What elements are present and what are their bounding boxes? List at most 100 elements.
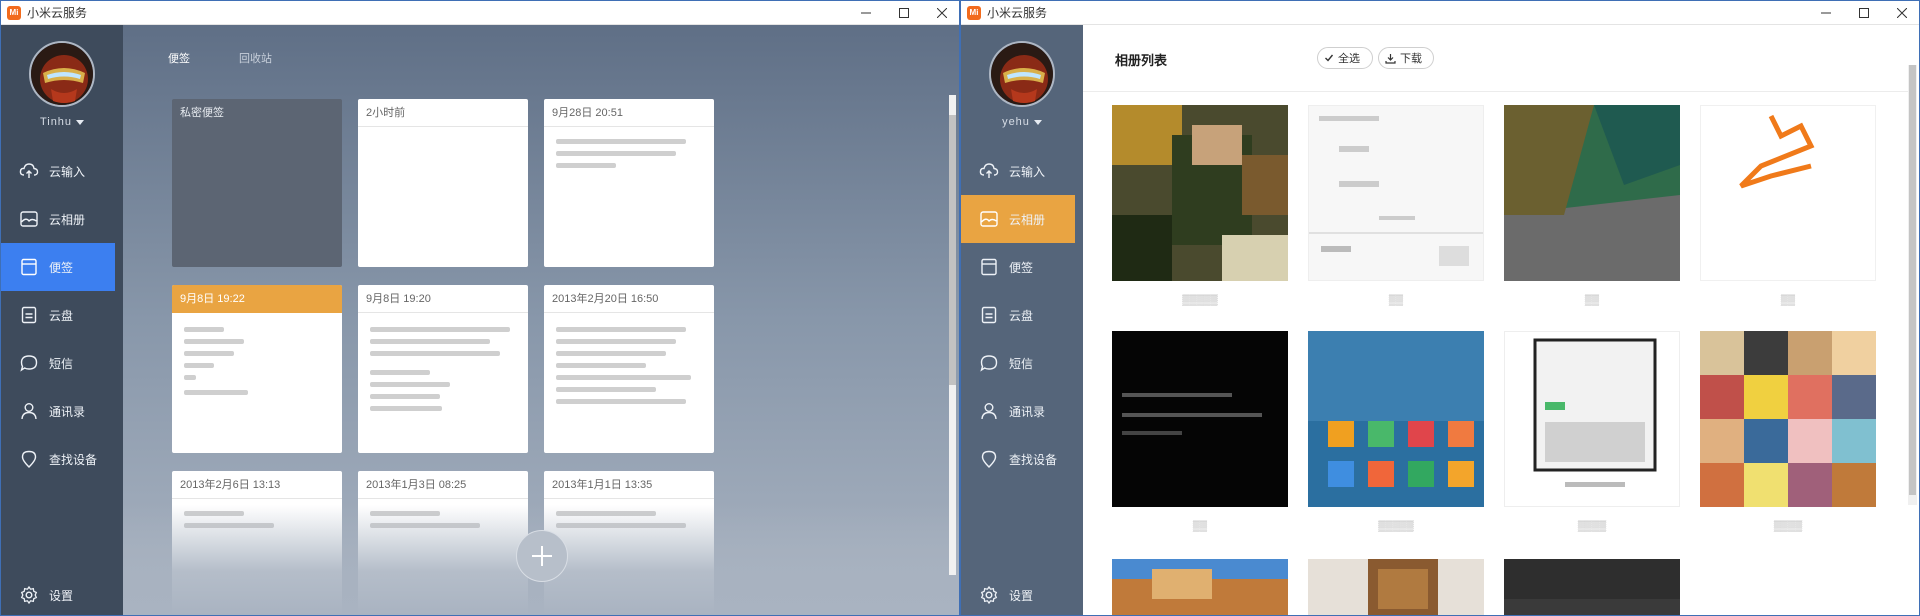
notes-panel: 便签 回收站 私密便签 2小时前 9月28日 20:51 9月8日 19:22 … <box>123 25 959 615</box>
location-pin-icon <box>19 449 39 469</box>
album-window: Mi 小米云服务 yehu 云输入 云相册 便签 云盘 短信 通讯录 查找设备 … <box>960 0 1920 616</box>
sidebar-item-cloud-input[interactable]: 云输入 <box>961 147 1075 195</box>
blurred-text <box>556 151 676 156</box>
sidebar-item-label: 云盘 <box>49 308 74 323</box>
note-header: 9月28日 20:51 <box>544 99 714 127</box>
sidebar-item-cloud-album[interactable]: 云相册 <box>1 195 115 243</box>
person-icon <box>19 401 39 421</box>
album-thumbnail[interactable] <box>1112 331 1288 507</box>
album-thumbnail[interactable] <box>1112 559 1288 615</box>
sidebar-item-cloud-input[interactable]: 云输入 <box>1 147 115 195</box>
blurred-text <box>556 339 676 344</box>
blurred-text <box>370 394 440 399</box>
sidebar-item-cloud-album[interactable]: 云相册 <box>961 195 1075 243</box>
note-header: 2013年2月6日 13:13 <box>172 471 342 499</box>
note-header: 私密便签 <box>180 107 224 119</box>
sidebar-item-find-device[interactable]: 查找设备 <box>1 435 115 483</box>
blurred-text <box>184 327 224 332</box>
blurred-text <box>556 327 686 332</box>
message-icon <box>19 353 39 373</box>
minimize-button[interactable] <box>847 1 885 25</box>
divider <box>1083 91 1909 92</box>
sidebar-item-settings[interactable]: 设置 <box>961 571 1075 615</box>
blurred-text <box>184 375 196 380</box>
close-button[interactable] <box>923 1 959 25</box>
download-button[interactable]: 下载 <box>1378 47 1434 69</box>
blurred-text <box>556 163 616 168</box>
note-card[interactable]: 9月8日 19:22 <box>172 285 342 453</box>
sidebar-item-label: 云输入 <box>1009 164 1046 179</box>
username[interactable]: yehu <box>961 116 1083 128</box>
sidebar-item-label: 通讯录 <box>1009 404 1046 419</box>
username[interactable]: Tinhu <box>1 116 123 128</box>
note-header: 2013年2月20日 16:50 <box>544 285 714 313</box>
album-caption: ▒▒ <box>1192 521 1208 532</box>
note-card[interactable]: 9月8日 19:20 <box>358 285 528 453</box>
app-logo-icon: Mi <box>7 5 21 20</box>
note-header: 9月8日 19:20 <box>358 285 528 313</box>
album-thumbnail[interactable] <box>1700 331 1876 507</box>
sidebar-item-sms[interactable]: 短信 <box>961 339 1075 387</box>
blurred-text <box>370 406 442 411</box>
album-caption: ▒▒▒▒ <box>1773 521 1803 532</box>
album-thumbnail[interactable] <box>1308 331 1484 507</box>
note-card[interactable]: 9月28日 20:51 <box>544 99 714 267</box>
blurred-text <box>370 370 430 375</box>
sidebar-item-contacts[interactable]: 通讯录 <box>1 387 115 435</box>
username-text: yehu <box>1002 116 1030 128</box>
album-thumbnail[interactable] <box>1112 105 1288 281</box>
album-caption: ▒▒▒▒▒ <box>1182 295 1218 306</box>
notes-window: Mi 小米云服务 Tinhu 云输入 云相册 便签 云盘 短信 通讯录 查找设备… <box>0 0 960 616</box>
sidebar-item-label: 通讯录 <box>49 404 86 419</box>
album-thumbnail[interactable] <box>1308 559 1484 615</box>
note-card[interactable]: 2小时前 <box>358 99 528 267</box>
blurred-text <box>184 363 214 368</box>
album-thumbnail[interactable] <box>1504 559 1680 615</box>
scrollbar-thumb[interactable] <box>949 115 956 385</box>
album-thumbnail[interactable] <box>1700 105 1876 281</box>
album-thumbnail[interactable] <box>1504 331 1680 507</box>
maximize-button[interactable] <box>885 1 923 25</box>
person-icon <box>979 401 999 421</box>
sidebar-item-label: 云相册 <box>49 212 86 227</box>
gear-icon <box>979 585 999 605</box>
avatar[interactable] <box>29 41 95 107</box>
sidebar-item-cloud-disk[interactable]: 云盘 <box>1 291 115 339</box>
minimize-button[interactable] <box>1807 1 1845 25</box>
window-title: 小米云服务 <box>27 6 88 20</box>
scrollbar-thumb[interactable] <box>1909 65 1916 495</box>
chevron-down-icon[interactable] <box>1033 119 1042 125</box>
sidebar-item-cloud-disk[interactable]: 云盘 <box>961 291 1075 339</box>
avatar[interactable] <box>989 41 1055 107</box>
title-bar: Mi 小米云服务 <box>1 1 959 25</box>
scrollbar[interactable] <box>949 95 956 575</box>
sidebar-item-label: 短信 <box>1009 356 1034 371</box>
sidebar-item-settings[interactable]: 设置 <box>1 571 115 615</box>
sidebar-item-contacts[interactable]: 通讯录 <box>961 387 1075 435</box>
app-logo-icon: Mi <box>967 5 981 20</box>
note-header: 2013年1月3日 08:25 <box>358 471 528 499</box>
select-all-button[interactable]: 全选 <box>1317 47 1373 69</box>
album-thumbnail[interactable] <box>1308 105 1484 281</box>
add-note-button[interactable] <box>516 530 568 582</box>
note-header: 2小时前 <box>358 99 528 127</box>
chevron-down-icon[interactable] <box>76 119 85 125</box>
scrollbar[interactable] <box>1908 65 1917 505</box>
sidebar: Tinhu 云输入 云相册 便签 云盘 短信 通讯录 查找设备 设置 <box>1 25 123 615</box>
tab-recycle-bin[interactable]: 回收站 <box>239 50 272 66</box>
sidebar: yehu 云输入 云相册 便签 云盘 短信 通讯录 查找设备 设置 <box>961 25 1083 615</box>
tab-notes[interactable]: 便签 <box>168 50 190 66</box>
close-button[interactable] <box>1883 1 1919 25</box>
album-thumbnail[interactable] <box>1504 105 1680 281</box>
sidebar-item-find-device[interactable]: 查找设备 <box>961 435 1075 483</box>
maximize-button[interactable] <box>1845 1 1883 25</box>
blurred-text <box>556 375 691 380</box>
sidebar-item-label: 云盘 <box>1009 308 1034 323</box>
sidebar-item-notes[interactable]: 便签 <box>961 243 1075 291</box>
sidebar-item-label: 查找设备 <box>49 452 98 467</box>
sidebar-item-sms[interactable]: 短信 <box>1 339 115 387</box>
blurred-text <box>370 327 510 332</box>
note-card-private[interactable]: 私密便签 <box>172 99 342 267</box>
note-card[interactable]: 2013年2月20日 16:50 <box>544 285 714 453</box>
sidebar-item-notes[interactable]: 便签 <box>1 243 115 291</box>
